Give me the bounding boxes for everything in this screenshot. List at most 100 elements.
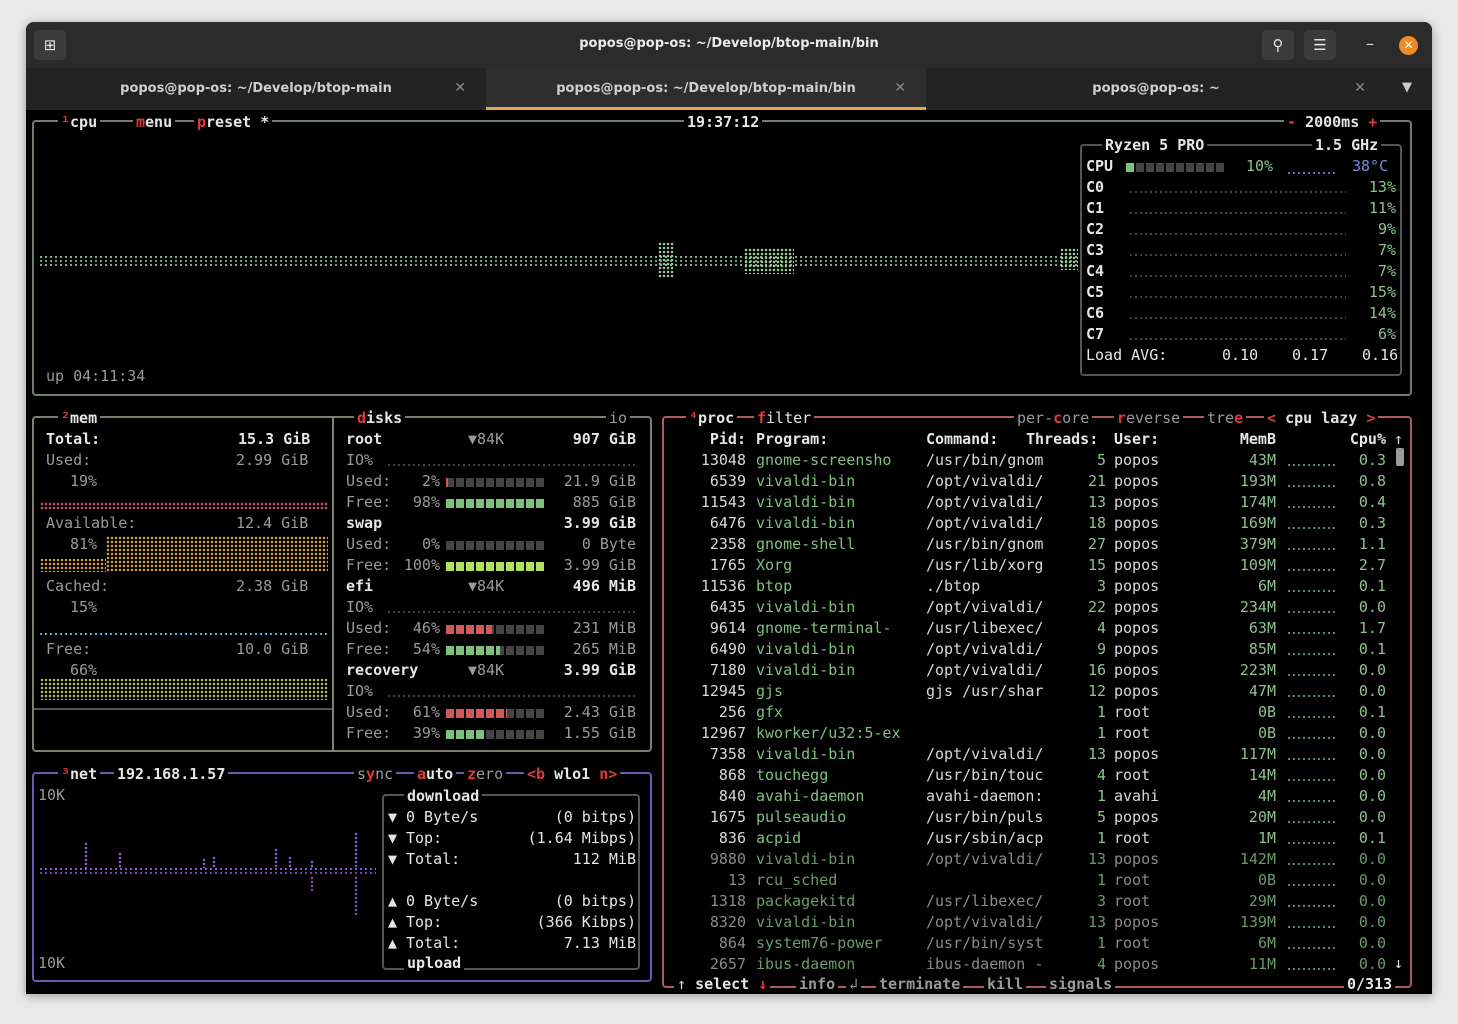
cpu-core-graph (1130, 296, 1346, 298)
proc-scrollbar-thumb[interactable] (1396, 448, 1404, 466)
menu-button[interactable]: ☰ (1304, 30, 1336, 60)
proc-percore-toggle[interactable]: per-core (1014, 408, 1093, 429)
proc-cpu-graph (1288, 737, 1336, 739)
proc-mem: 169M (1239, 514, 1276, 532)
proc-program: gjs (756, 682, 784, 700)
proc-program: gnome-shell (756, 535, 856, 553)
proc-kill-button[interactable]: kill (984, 974, 1027, 994)
cpu-temp-graph (1288, 172, 1338, 174)
proc-mem: 174M (1239, 493, 1276, 511)
proc-pid: 11536 (700, 577, 746, 595)
proc-cpu-graph (1288, 506, 1336, 508)
disk-free-label: Free: (346, 556, 392, 574)
tab-close-icon[interactable]: ✕ (454, 80, 466, 96)
tab-label: popos@pop-os: ~ (1092, 81, 1220, 96)
disk-io-speed: ▼84K (468, 430, 505, 448)
proc-command: /opt/vivaldi/ (926, 493, 1044, 511)
mem-cached-graph (40, 633, 328, 635)
proc-threads: 4 (1096, 766, 1106, 784)
proc-reverse-toggle[interactable]: reverse (1114, 408, 1184, 429)
tab-bar: popos@pop-os: ~/Develop/btop-main ✕ popo… (26, 68, 1432, 110)
proc-info-button[interactable]: info (796, 974, 839, 994)
proc-scroll-up-icon[interactable]: ↑ (1394, 429, 1403, 450)
proc-user: avahi (1114, 787, 1160, 805)
proc-header-pid[interactable]: Pid: (694, 429, 746, 450)
proc-scroll-down-icon[interactable]: ↓ (1394, 953, 1403, 974)
proc-threads: 1 (1096, 829, 1106, 847)
proc-mem: 0B (1257, 724, 1276, 742)
mem-cached: 2.38 GiB (236, 577, 309, 595)
proc-command: /usr/bin/touc (926, 766, 1044, 784)
net-sync-toggle[interactable]: sync (354, 764, 397, 785)
net-stat-value: (0 bitps) (554, 892, 636, 910)
search-button[interactable]: ⚲ (1262, 30, 1294, 60)
tab-btop-main[interactable]: popos@pop-os: ~/Develop/btop-main ✕ (26, 68, 486, 110)
proc-threads: 16 (1087, 661, 1106, 679)
disk-free-pct: 39% (412, 724, 440, 742)
cpu-preset-button[interactable]: preset * (194, 112, 273, 133)
proc-threads: 13 (1087, 913, 1106, 931)
net-scale-bottom: 10K (38, 954, 66, 972)
net-graph-baseline (40, 872, 376, 874)
tab-dropdown-icon[interactable]: ▼ (1402, 80, 1412, 95)
net-stat-label: Top: (406, 829, 443, 847)
net-zero-toggle[interactable]: zero (464, 764, 507, 785)
disk-io-speed: ▼84K (468, 577, 505, 595)
proc-header-program[interactable]: Program: (756, 429, 828, 450)
minimize-button[interactable]: – (1360, 34, 1380, 54)
proc-cpu: 0.0 (1358, 682, 1386, 700)
net-download-bar (212, 856, 216, 868)
proc-user: popos (1114, 535, 1160, 553)
proc-cpu: 0.4 (1358, 493, 1386, 511)
mem-avail-label: Available: (46, 514, 137, 532)
proc-user: root (1114, 934, 1151, 952)
cpu-core-pct: 7% (1377, 241, 1396, 259)
proc-signals-button[interactable]: signals (1046, 974, 1116, 994)
proc-header-cpu[interactable]: Cpu% (1336, 429, 1386, 450)
proc-user: root (1114, 703, 1151, 721)
mem-avail-pct: 81% (70, 535, 98, 553)
mem-used-graph (40, 502, 328, 510)
net-download-bar (118, 852, 122, 868)
proc-cpu: 0.1 (1358, 640, 1386, 658)
mem-used-pct: 19% (70, 472, 98, 490)
proc-cpu: 0.3 (1358, 514, 1386, 532)
proc-cpu-graph (1288, 590, 1336, 592)
net-download-bar (202, 858, 206, 868)
net-stat-label: Total: (406, 934, 461, 952)
tab-home[interactable]: popos@pop-os: ~ ✕ (926, 68, 1386, 110)
proc-mem: 6M (1257, 934, 1276, 952)
cpu-menu-button[interactable]: menu (133, 112, 176, 133)
proc-filter-button[interactable]: filter (754, 408, 815, 429)
proc-threads: 18 (1087, 514, 1106, 532)
proc-threads: 13 (1087, 745, 1106, 763)
proc-header-mem[interactable]: MemB (1226, 429, 1276, 450)
proc-mem: 20M (1248, 808, 1276, 826)
tab-btop-bin[interactable]: popos@pop-os: ~/Develop/btop-main/bin ✕ (486, 68, 926, 110)
tab-close-icon[interactable]: ✕ (894, 80, 906, 96)
net-graph-baseline (40, 868, 376, 870)
proc-header-threads[interactable]: Threads: (1026, 429, 1098, 450)
cpu-interval[interactable]: - 2000ms + (1284, 112, 1381, 133)
proc-threads: 27 (1087, 535, 1106, 553)
proc-header-command[interactable]: Command: (926, 429, 998, 450)
proc-select-control[interactable]: ↑ select ↓ (674, 974, 771, 994)
proc-cpu: 0.0 (1358, 598, 1386, 616)
mem-divider (34, 708, 332, 710)
uptime: up 04:11:34 (46, 367, 146, 385)
net-auto-toggle[interactable]: auto (414, 764, 457, 785)
proc-tree-toggle[interactable]: tree (1204, 408, 1247, 429)
disk-io-graph (388, 464, 638, 466)
tab-close-icon[interactable]: ✕ (1354, 80, 1366, 96)
proc-sort-selector[interactable]: < cpu lazy > (1264, 408, 1379, 429)
net-iface-selector[interactable]: <b wlo1 n> (524, 764, 621, 785)
proc-terminate-button[interactable]: terminate (876, 974, 964, 994)
proc-header-user[interactable]: User: (1114, 429, 1159, 450)
proc-program: pulseaudio (756, 808, 847, 826)
net-download-bar (84, 842, 88, 868)
proc-threads: 22 (1087, 598, 1106, 616)
close-button[interactable]: ✕ (1399, 36, 1418, 55)
title-bar: ⊞ popos@pop-os: ~/Develop/btop-main/bin … (26, 22, 1432, 68)
cpu-title: ¹cpu (58, 112, 101, 133)
disks-io-toggle[interactable]: io (606, 408, 631, 429)
